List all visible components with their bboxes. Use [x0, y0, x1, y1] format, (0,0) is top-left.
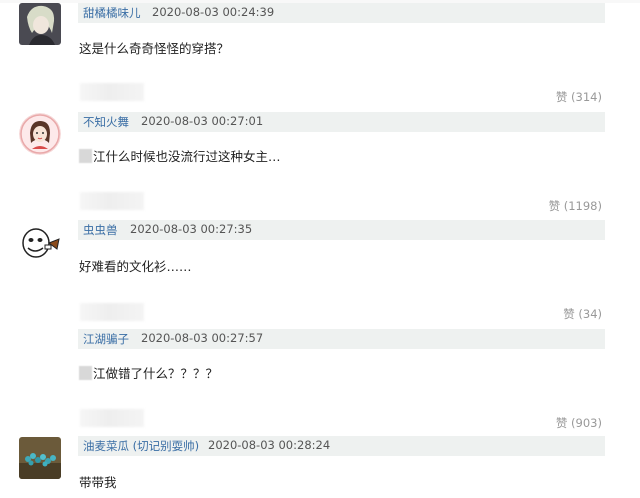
comment-header: 油麦菜瓜 (切记别耍帅) 2020-08-03 00:28:24 [78, 436, 605, 456]
username-link[interactable]: 江湖骗子 [83, 331, 129, 347]
blurred-region [80, 192, 144, 210]
comment-timestamp: 2020-08-03 00:28:24 [208, 438, 331, 452]
comment-header: 不知火舞 2020-08-03 00:27:01 [78, 112, 605, 132]
comment-timestamp: 2020-08-03 00:27:57 [141, 331, 264, 345]
blurred-region [80, 409, 144, 427]
flower-photo-avatar-icon [19, 437, 61, 479]
username-link[interactable]: 甜橘橘味儿 [83, 5, 141, 21]
username-link[interactable]: 虫虫兽 [83, 222, 118, 238]
avatar[interactable] [19, 113, 61, 155]
comment-timestamp: 2020-08-03 00:24:39 [152, 5, 275, 19]
meme-face-avatar-icon [19, 221, 61, 263]
avatar[interactable] [19, 221, 61, 263]
like-button[interactable]: 赞 (1198) [549, 198, 602, 214]
comment-text: 江什么时候也没流行过这种女主… [79, 146, 281, 165]
blurred-char [79, 366, 92, 380]
blurred-region [80, 83, 144, 101]
avatar[interactable] [19, 437, 61, 479]
comment-text: 好难看的文化衫…… [79, 259, 192, 274]
comment-text-content: 江做错了什么？？？？ [93, 366, 219, 381]
comment-text: 带带我 [79, 475, 117, 490]
comment-header: 江湖骗子 2020-08-03 00:27:57 [78, 329, 605, 349]
comment-header: 甜橘橘味儿 2020-08-03 00:24:39 [78, 3, 605, 23]
anime-avatar-icon [19, 3, 61, 45]
comment-text: 江做错了什么？？？？ [79, 363, 218, 382]
comment-timestamp: 2020-08-03 00:27:01 [141, 114, 264, 128]
comment-text: 这是什么奇奇怪怪的穿搭？ [79, 41, 230, 56]
like-button[interactable]: 赞 (903) [556, 415, 602, 431]
blurred-region [80, 303, 144, 321]
comment-header: 虫虫兽 2020-08-03 00:27:35 [78, 220, 605, 240]
blurred-char [79, 149, 92, 163]
girl-avatar-icon [19, 113, 61, 155]
avatar[interactable] [19, 3, 61, 45]
comment-text-content: 江什么时候也没流行过这种女主… [93, 149, 281, 164]
comment-timestamp: 2020-08-03 00:27:35 [130, 222, 253, 236]
like-button[interactable]: 赞 (314) [556, 89, 602, 105]
username-link[interactable]: 油麦菜瓜 (切记别耍帅) [83, 438, 199, 454]
like-button[interactable]: 赞 (34) [563, 306, 602, 322]
username-link[interactable]: 不知火舞 [83, 114, 129, 130]
